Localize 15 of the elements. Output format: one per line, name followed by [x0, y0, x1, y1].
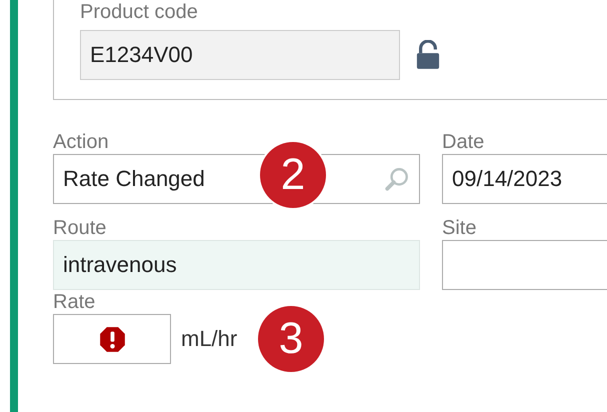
input-field[interactable]: 09/14/2023 — [442, 154, 607, 204]
callout-badge: 3 — [258, 306, 324, 372]
field-label: Action — [53, 130, 110, 154]
field-label: Rate — [53, 290, 96, 314]
field-label: Route — [53, 216, 108, 240]
product-code-field[interactable]: E1234V00 — [80, 30, 400, 80]
callout-badge: 2 — [260, 142, 326, 208]
unit-label: mL/hr — [181, 326, 238, 352]
field-label: Date — [442, 130, 486, 154]
input-field[interactable]: intravenous — [53, 240, 420, 290]
rate-field[interactable] — [53, 314, 171, 364]
field-label: Product code — [80, 0, 199, 24]
search-icon — [384, 166, 410, 192]
field-label: Site — [442, 216, 478, 240]
input-field[interactable] — [442, 240, 607, 290]
